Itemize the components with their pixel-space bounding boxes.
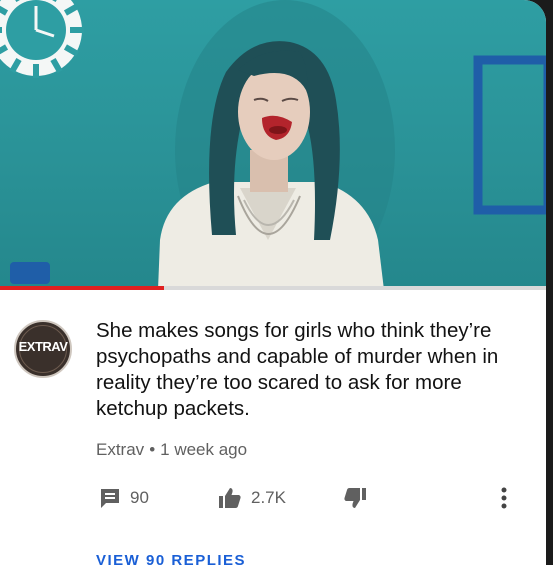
video-frame-illustration bbox=[0, 0, 546, 290]
comment: EXTRAV She makes songs for girls who thi… bbox=[0, 290, 546, 565]
comment-time: 1 week ago bbox=[160, 440, 248, 459]
thumbs-down-icon bbox=[344, 488, 366, 508]
view-replies-link[interactable]: VIEW 90 REPLIES bbox=[96, 552, 246, 565]
thumbs-up-icon bbox=[219, 488, 241, 508]
avatar[interactable]: EXTRAV bbox=[14, 320, 72, 378]
more-vertical-icon bbox=[501, 487, 507, 509]
reply-button[interactable]: 90 bbox=[99, 480, 149, 516]
comment-icon bbox=[101, 489, 119, 508]
comment-text: She makes songs for girls who think they… bbox=[96, 319, 499, 420]
comment-meta: Extrav • 1 week ago bbox=[96, 440, 247, 460]
video-thumbnail[interactable] bbox=[0, 0, 546, 290]
comment-actions: 90 2.7K bbox=[0, 480, 546, 516]
screen: EXTRAV She makes songs for girls who thi… bbox=[0, 0, 546, 565]
meta-separator: • bbox=[149, 440, 156, 459]
dislike-button[interactable] bbox=[343, 480, 367, 516]
avatar-text: EXTRAV bbox=[18, 339, 68, 354]
likes-count: 2.7K bbox=[251, 488, 286, 507]
replies-count: 90 bbox=[130, 488, 149, 507]
more-options-button[interactable] bbox=[500, 480, 508, 516]
wall-frame bbox=[473, 55, 546, 215]
wall-clock bbox=[0, 0, 84, 78]
comment-author[interactable]: Extrav bbox=[96, 440, 144, 459]
like-button[interactable]: 2.7K bbox=[218, 480, 286, 516]
